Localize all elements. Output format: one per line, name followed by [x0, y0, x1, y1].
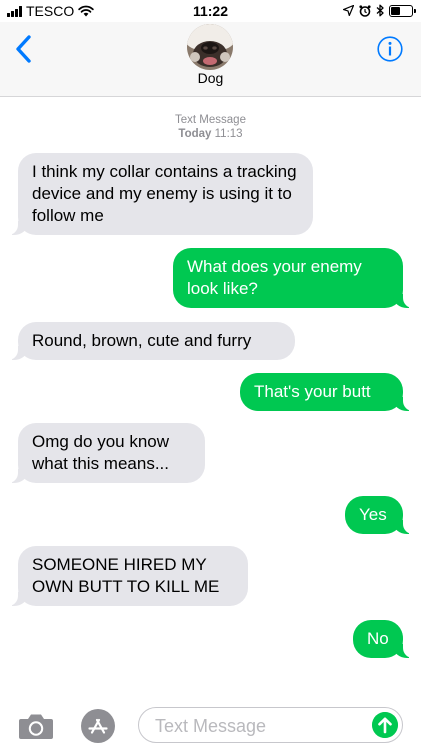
message-outgoing[interactable]: That's your butt	[240, 373, 413, 411]
contact-name[interactable]: Dog	[0, 70, 421, 86]
timestamp-day: Today	[178, 128, 212, 140]
alarm-icon	[359, 4, 371, 17]
message-input[interactable]	[153, 712, 367, 740]
message-thread[interactable]: Text Message Today 11:13 I think my coll…	[0, 97, 421, 687]
message-incoming[interactable]: SOMEONE HIRED MY OWN BUTT TO KILL ME	[8, 546, 248, 606]
app-store-icon[interactable]	[78, 708, 118, 744]
message-input-field[interactable]	[138, 707, 403, 743]
conversation-header: Dog	[0, 22, 421, 97]
status-right	[343, 4, 416, 17]
message-text: That's your butt	[254, 382, 371, 401]
chevron-left-icon[interactable]	[12, 34, 36, 64]
message-outgoing[interactable]: What does your enemy look like?	[173, 248, 413, 308]
message-outgoing[interactable]: Yes	[345, 496, 413, 534]
message-text: No	[367, 629, 389, 648]
avatar[interactable]	[187, 24, 233, 70]
bluetooth-icon	[376, 4, 384, 17]
timestamp-time: 11:13	[214, 128, 243, 140]
message-text: Round, brown, cute and furry	[32, 331, 252, 350]
message-text: Omg do you know what this means...	[32, 432, 170, 473]
message-text: What does your enemy look like?	[187, 257, 362, 298]
thread-timestamp: Text Message Today 11:13	[0, 113, 421, 141]
camera-icon[interactable]	[18, 712, 54, 740]
timestamp: Today 11:13	[0, 127, 421, 141]
message-outgoing[interactable]: No	[353, 620, 413, 658]
message-text: Yes	[359, 505, 387, 524]
compose-bar	[0, 700, 421, 750]
message-text: SOMEONE HIRED MY OWN BUTT TO KILL ME	[32, 555, 220, 596]
info-icon[interactable]	[377, 36, 403, 62]
location-arrow-icon	[343, 5, 354, 16]
battery-icon	[389, 4, 416, 17]
message-text: I think my collar contains a tracking de…	[32, 162, 297, 225]
status-bar: TESCO 11:22	[0, 0, 421, 22]
message-incoming[interactable]: Round, brown, cute and furry	[8, 322, 295, 360]
message-incoming[interactable]: I think my collar contains a tracking de…	[8, 153, 313, 235]
message-incoming[interactable]: Omg do you know what this means...	[8, 423, 205, 483]
send-arrow-icon[interactable]	[372, 712, 398, 738]
service-label: Text Message	[175, 114, 246, 126]
